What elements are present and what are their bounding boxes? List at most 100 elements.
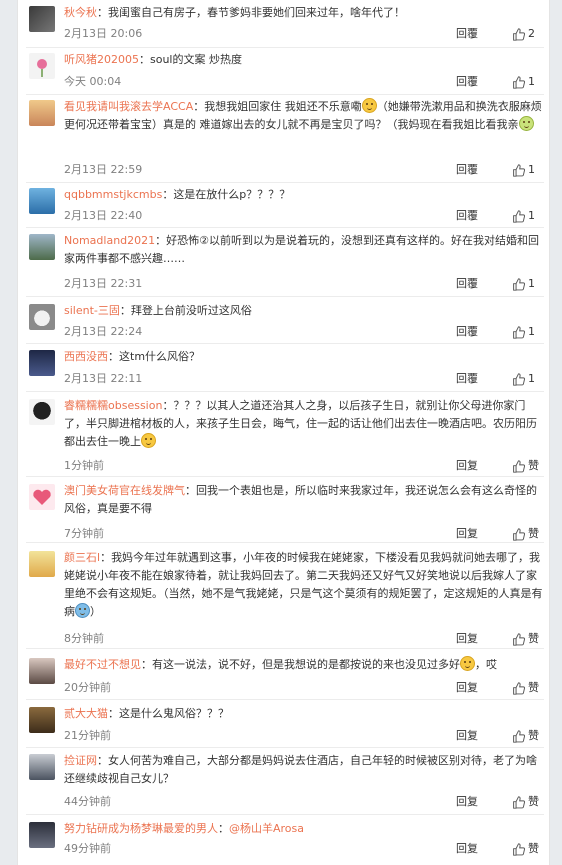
comment-username[interactable]: 睿糯糯糯obsession bbox=[64, 399, 162, 412]
like-button[interactable]: 赞 bbox=[512, 794, 540, 810]
reply-button[interactable]: 回覆 bbox=[456, 26, 512, 42]
comment-text: 这是在放什么p？？？？ bbox=[173, 188, 291, 201]
comment-time: 21分钟前 bbox=[64, 729, 111, 742]
avatar[interactable] bbox=[29, 100, 55, 126]
thumbs-up-icon bbox=[513, 372, 525, 386]
reply-button[interactable]: 回覆 bbox=[456, 371, 512, 387]
avatar[interactable] bbox=[29, 6, 55, 32]
comment-time: 2月13日 22:11 bbox=[64, 372, 143, 385]
comment-username[interactable]: 努力钻研成为杨梦琳最爱的男人 bbox=[64, 822, 218, 835]
like-count: 1 bbox=[528, 209, 535, 222]
mention-link[interactable]: @杨山羊Arosa bbox=[229, 822, 304, 835]
comment-item: qqbbmmstjkcmbs：这是在放什么p？？？？ 2月13日 22:40 回… bbox=[26, 186, 544, 228]
comment-item: 努力钻研成为杨梦琳最爱的男人：@杨山羊Arosa 49分钟前 回复 赞 bbox=[26, 820, 544, 865]
reply-button[interactable]: 回覆 bbox=[456, 276, 512, 292]
like-label: 赞 bbox=[528, 795, 539, 808]
comment-item: 颜三石l：我妈今年过年就遇到这事，小年夜的时候我在姥姥家，下楼没看见我妈就问她去… bbox=[26, 549, 544, 649]
reply-button[interactable]: 回覆 bbox=[456, 208, 512, 224]
like-button[interactable]: 1 bbox=[512, 371, 540, 387]
avatar[interactable] bbox=[29, 304, 55, 330]
avatar[interactable] bbox=[29, 707, 55, 733]
like-button[interactable]: 1 bbox=[512, 74, 540, 90]
avatar[interactable] bbox=[29, 822, 55, 848]
avatar[interactable] bbox=[29, 234, 55, 260]
comment-username[interactable]: 最好不过不想见 bbox=[64, 658, 141, 671]
like-button[interactable]: 赞 bbox=[512, 728, 540, 744]
reply-button[interactable]: 回复 bbox=[456, 794, 512, 810]
avatar[interactable] bbox=[29, 754, 55, 780]
comment-username[interactable]: 贰大大猫 bbox=[64, 707, 108, 720]
reply-button[interactable]: 回复 bbox=[456, 728, 512, 744]
like-button[interactable]: 2 bbox=[512, 26, 540, 42]
like-button[interactable]: 1 bbox=[512, 162, 540, 178]
heart-icon bbox=[33, 489, 51, 505]
comment-item: 睿糯糯糯obsession：？？？以其人之道还治其人之身，以后孩子生日，就别让你… bbox=[26, 397, 544, 477]
like-label: 赞 bbox=[528, 632, 539, 645]
comment-username[interactable]: 颜三石l bbox=[64, 551, 100, 564]
comment-username[interactable]: 看见我请叫我滚去学ACCA bbox=[64, 100, 193, 113]
comment-text: 我闺蜜自己有房子，春节爹妈非要她们回来过年，啥年代了！ bbox=[108, 6, 405, 19]
reply-button[interactable]: 回复 bbox=[456, 631, 512, 647]
like-count: 2 bbox=[528, 27, 535, 40]
comment-time: 8分钟前 bbox=[64, 632, 104, 645]
comment-text-cont: ，哎 bbox=[475, 658, 497, 671]
comment-item: 西西没西：这tm什么风俗？ 2月13日 22:11 回覆 1 bbox=[26, 348, 544, 392]
avatar[interactable] bbox=[29, 53, 55, 79]
thumbs-up-icon bbox=[513, 325, 525, 339]
comment-text: 这tm什么风俗？ bbox=[119, 350, 201, 363]
comment-item: 听风猪202005：soul的文案 炒热度 今天 00:04 回覆 1 bbox=[26, 51, 544, 95]
comment-username[interactable]: 听风猪202005 bbox=[64, 53, 139, 66]
avatar[interactable] bbox=[29, 551, 55, 577]
like-button[interactable]: 1 bbox=[512, 324, 540, 340]
reply-button[interactable]: 回复 bbox=[456, 841, 512, 857]
like-label: 赞 bbox=[528, 729, 539, 742]
avatar[interactable] bbox=[29, 350, 55, 376]
comment-item: Nomadland2021：好恐怖②以前听到以为是说着玩的，没想到还真有这样的。… bbox=[26, 232, 544, 297]
thumbs-up-icon bbox=[513, 27, 525, 41]
comment-username[interactable]: qqbbmmstjkcmbs bbox=[64, 188, 162, 201]
comment-item: silent-三固：拜登上台前没听过这风俗 2月13日 22:24 回覆 1 bbox=[26, 302, 544, 344]
like-button[interactable]: 赞 bbox=[512, 680, 540, 696]
reply-button[interactable]: 回复 bbox=[456, 680, 512, 696]
reply-button[interactable]: 回复 bbox=[456, 458, 512, 474]
like-button[interactable]: 1 bbox=[512, 208, 540, 224]
comment-username[interactable]: silent-三固 bbox=[64, 304, 120, 317]
comment-username[interactable]: 澳门美女荷官在线发牌气 bbox=[64, 484, 185, 497]
like-count: 1 bbox=[528, 277, 535, 290]
thumbs-up-icon bbox=[513, 842, 525, 856]
thumbs-up-icon bbox=[513, 795, 525, 809]
comment-text: soul的文案 炒热度 bbox=[150, 53, 242, 66]
avatar[interactable] bbox=[29, 399, 55, 425]
comment-username[interactable]: Nomadland2021 bbox=[64, 234, 155, 247]
comment-time: 2月13日 22:59 bbox=[64, 163, 143, 176]
comment-time: 20分钟前 bbox=[64, 681, 111, 694]
comment-text: 我妈今年过年就遇到这事，小年夜的时候我在姥姥家，下楼没看见我妈就问她去哪了，我姥… bbox=[64, 551, 543, 618]
reply-button[interactable]: 回覆 bbox=[456, 162, 512, 178]
avatar[interactable] bbox=[29, 484, 55, 510]
thumbs-up-icon bbox=[513, 163, 525, 177]
like-button[interactable]: 赞 bbox=[512, 841, 540, 857]
comment-username[interactable]: 西西没西 bbox=[64, 350, 108, 363]
reply-button[interactable]: 回覆 bbox=[456, 324, 512, 340]
comment-time: 2月13日 20:06 bbox=[64, 27, 143, 40]
emoji-icon bbox=[361, 98, 377, 113]
comment-time: 今天 00:04 bbox=[64, 75, 122, 88]
comment-username[interactable]: 秋今秋 bbox=[64, 6, 97, 19]
emoji-icon bbox=[518, 116, 534, 131]
thumbs-up-icon bbox=[513, 681, 525, 695]
avatar[interactable] bbox=[29, 188, 55, 214]
comment-item: 看见我请叫我滚去学ACCA：我想我姐回家住 我姐还不乐意嘞 （她嫌带洗漱用品和换洗… bbox=[26, 98, 544, 183]
reply-button[interactable]: 回覆 bbox=[456, 74, 512, 90]
like-button[interactable]: 赞 bbox=[512, 458, 540, 474]
thumbs-up-icon bbox=[513, 75, 525, 89]
avatar[interactable] bbox=[29, 658, 55, 684]
comment-time: 2月13日 22:40 bbox=[64, 209, 143, 222]
like-button[interactable]: 赞 bbox=[512, 631, 540, 647]
comment-time: 2月13日 22:24 bbox=[64, 325, 143, 338]
scrollbar[interactable] bbox=[552, 0, 562, 865]
comment-username[interactable]: 捡证网 bbox=[64, 754, 97, 767]
comment-item: 秋今秋：我闺蜜自己有房子，春节爹妈非要她们回来过年，啥年代了！ 2月13日 20… bbox=[26, 4, 544, 48]
like-button[interactable]: 1 bbox=[512, 276, 540, 292]
reply-button[interactable]: 回复 bbox=[456, 526, 512, 542]
like-button[interactable]: 赞 bbox=[512, 526, 540, 542]
